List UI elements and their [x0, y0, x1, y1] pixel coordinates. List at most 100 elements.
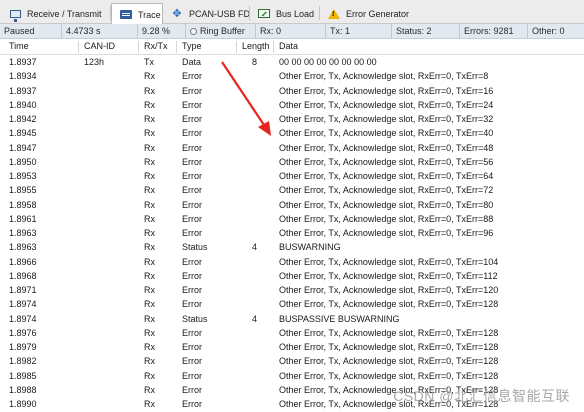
time-cell: 1.8937	[9, 57, 37, 67]
type-cell: Error	[182, 99, 202, 110]
data-cell: Other Error, Tx, Acknowledge slot, RxErr…	[279, 370, 499, 381]
table-row[interactable]: 1.8934 Rx Error Other Error, Tx, Acknowledg…	[0, 70, 584, 84]
data-cell: Other Error, Tx, Acknowledge slot, RxErr…	[279, 185, 494, 196]
watermark: CSDN @北汇信息智能互联	[393, 388, 570, 404]
data-cell: Other Error, Tx, Acknowledge slot, RxErr…	[279, 213, 494, 224]
table-row[interactable]: 1.8945 Rx Error Other Error, Tx, Acknowledg…	[0, 127, 584, 141]
time-cell: 1.8963	[9, 228, 37, 238]
type-cell: Error	[182, 85, 202, 96]
can-id-cell: 123h	[84, 57, 105, 67]
table-row[interactable]: 1.8940 Rx Error Other Error, Tx, Acknowledg…	[0, 99, 584, 113]
table-row[interactable]: 1.8976 Rx Error Other Error, Tx, Acknowledg…	[0, 327, 584, 341]
tab-receive-transmit[interactable]: Receive / Transmit	[2, 3, 108, 24]
time-cell: 1.8958	[9, 199, 37, 210]
column-header-data[interactable]: Data	[279, 41, 298, 51]
data-cell: Other Error, Tx, Acknowledge slot, RxErr…	[279, 256, 499, 267]
tab-bus-load[interactable]: Bus Load	[250, 3, 318, 24]
tab-trace[interactable]: Trace	[111, 3, 163, 25]
column-header-type[interactable]: Type	[182, 41, 202, 51]
table-row[interactable]: 1.8974 Rx Status 4 BUSPASSIVE BUSWARNING	[0, 313, 584, 327]
column-header-time[interactable]: Time	[9, 41, 29, 51]
data-cell: Other Error, Tx, Acknowledge slot, RxErr…	[279, 114, 494, 124]
type-cell: Data	[182, 57, 202, 67]
column-header-can-id[interactable]: CAN-ID	[84, 41, 115, 51]
time-cell: 1.8966	[9, 256, 37, 267]
time-cell: 1.8953	[9, 171, 37, 181]
time-cell: 1.8971	[9, 285, 37, 295]
status-other: Other: 0	[532, 26, 565, 36]
time-cell: 1.8945	[9, 128, 37, 139]
rx-tx-cell: Rx	[144, 399, 155, 409]
tab-label: Trace	[138, 9, 161, 20]
status-errors: Errors: 9281	[460, 24, 528, 38]
table-row[interactable]: 1.8963 Rx Error Other Error, Tx, Acknowledg…	[0, 227, 584, 241]
table-row[interactable]: 1.8974 Rx Error Other Error, Tx, Acknowledg…	[0, 298, 584, 312]
column-header-length[interactable]: Length	[242, 41, 270, 51]
rx-tx-cell: Rx	[144, 171, 155, 181]
type-cell: Error	[182, 71, 202, 82]
table-row[interactable]: 1.8937 Rx Error Other Error, Tx, Acknowledg…	[0, 85, 584, 99]
table-row[interactable]: 1.8961 Rx Error Other Error, Tx, Acknowledg…	[0, 213, 584, 227]
type-cell: Error	[182, 384, 202, 395]
status-status: Status: 2	[392, 24, 460, 38]
type-cell: Error	[182, 342, 202, 352]
type-cell: Error	[182, 285, 202, 295]
tab-label: Receive / Transmit	[27, 8, 102, 19]
data-cell: Other Error, Tx, Acknowledge slot, RxErr…	[279, 199, 494, 210]
rx-tx-cell: Rx	[144, 299, 155, 310]
rx-tx-cell: Rx	[144, 384, 155, 395]
tab-label: PCAN-USB FD	[189, 8, 251, 19]
type-cell: Error	[182, 185, 202, 196]
table-row[interactable]: 1.8963 Rx Status 4 BUSWARNING	[0, 241, 584, 255]
time-cell: 1.8979	[9, 342, 37, 352]
rx-tx-cell: Rx	[144, 370, 155, 381]
tab-label: Error Generator	[346, 8, 410, 19]
rx-tx-cell: Rx	[144, 185, 155, 196]
type-cell: Status	[182, 313, 208, 324]
rx-tx-cell: Rx	[144, 85, 155, 96]
tab-error-generator[interactable]: Error Generator	[320, 3, 412, 24]
ring-buffer-button[interactable]: Ring Buffer	[186, 24, 256, 38]
table-row[interactable]: 1.8953 Rx Error Other Error, Tx, Acknowledg…	[0, 170, 584, 184]
table-row[interactable]: 1.8968 Rx Error Other Error, Tx, Acknowledg…	[0, 270, 584, 284]
length-cell: 8	[252, 57, 258, 67]
data-cell: Other Error, Tx, Acknowledge slot, RxErr…	[279, 327, 499, 338]
data-cell: Other Error, Tx, Acknowledge slot, RxErr…	[279, 99, 494, 110]
table-row[interactable]: 1.8950 Rx Error Other Error, Tx, Acknowledg…	[0, 156, 584, 170]
table-row[interactable]: 1.8947 Rx Error Other Error, Tx, Acknowledg…	[0, 142, 584, 156]
table-row[interactable]: 1.8966 Rx Error Other Error, Tx, Acknowledg…	[0, 256, 584, 270]
type-cell: Error	[182, 356, 202, 367]
table-row[interactable]: 1.8955 Rx Error Other Error, Tx, Acknowledg…	[0, 184, 584, 198]
type-cell: Error	[182, 114, 202, 124]
table-row[interactable]: 1.8982 Rx Error Other Error, Tx, Acknowledg…	[0, 355, 584, 369]
rx-tx-cell: Rx	[144, 114, 155, 124]
type-cell: Error	[182, 171, 202, 181]
table-row[interactable]: 1.8937 123h Tx Data 8 00 00 00 00 00 00 00 00	[0, 56, 584, 70]
trace-icon	[120, 10, 132, 19]
table-row[interactable]: 1.8958 Rx Error Other Error, Tx, Acknowledg…	[0, 199, 584, 213]
type-cell: Error	[182, 256, 202, 267]
rx-tx-cell: Tx	[144, 57, 154, 67]
time-cell: 1.8982	[9, 356, 37, 367]
data-cell: Other Error, Tx, Acknowledge slot, RxErr…	[279, 299, 499, 310]
type-cell: Status	[182, 242, 208, 253]
data-cell: Other Error, Tx, Acknowledge slot, RxErr…	[279, 171, 494, 181]
type-cell: Error	[182, 228, 202, 238]
usb-icon: ✥	[172, 7, 182, 20]
table-row[interactable]: 1.8979 Rx Error Other Error, Tx, Acknowledg…	[0, 341, 584, 355]
data-cell: Other Error, Tx, Acknowledge slot, RxErr…	[279, 270, 498, 281]
table-row[interactable]: 1.8985 Rx Error Other Error, Tx, Acknowledg…	[0, 370, 584, 384]
table-row[interactable]: 1.8971 Rx Error Other Error, Tx, Acknowledg…	[0, 284, 584, 298]
status-state: Paused	[0, 24, 62, 38]
type-cell: Error	[182, 213, 202, 224]
time-cell: 1.8934	[9, 71, 37, 82]
ring-buffer-icon	[190, 27, 197, 35]
length-cell: 4	[252, 242, 258, 253]
data-cell: BUSPASSIVE BUSWARNING	[279, 313, 400, 324]
rx-tx-cell: Rx	[144, 128, 155, 139]
tab-label: Bus Load	[276, 8, 315, 19]
tab-pcan-usb-fd[interactable]: ✥ PCAN-USB FD	[163, 3, 251, 24]
table-row[interactable]: 1.8942 Rx Error Other Error, Tx, Acknowledg…	[0, 113, 584, 127]
data-cell: Other Error, Tx, Acknowledge slot, RxErr…	[279, 342, 499, 352]
column-header-rx-tx[interactable]: Rx/Tx	[144, 41, 168, 51]
